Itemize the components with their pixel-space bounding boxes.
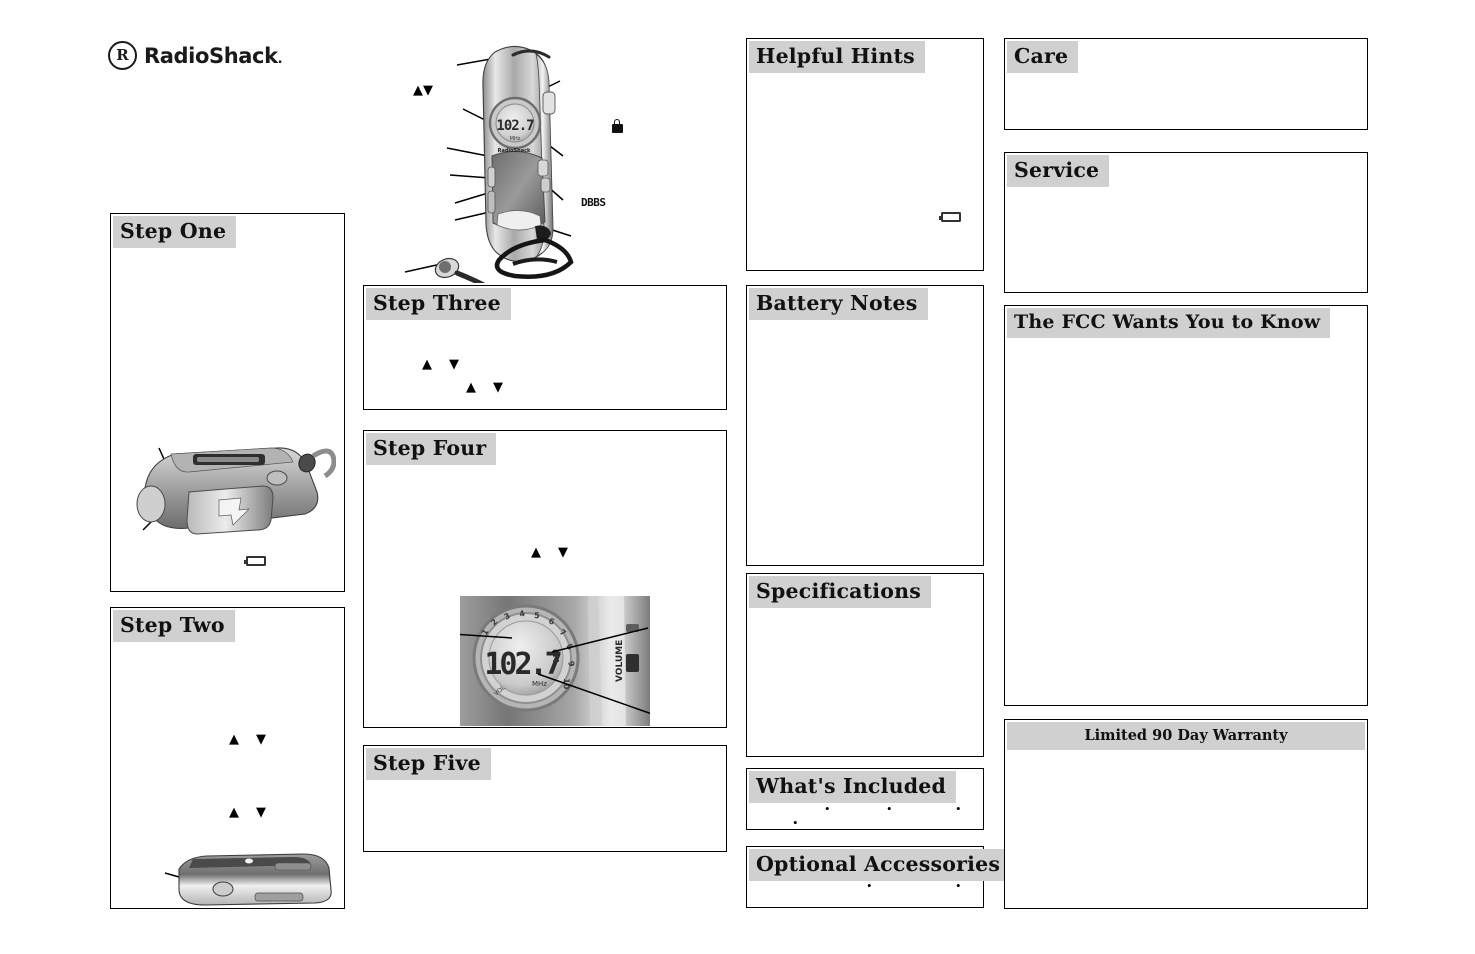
fcc-header-wrap: The FCC Wants You to Know <box>1007 308 1331 338</box>
device-brand-print: RadioShack <box>498 148 531 154</box>
section-step-four: Step Four ▲ ▼ 1 2 3 4 5 6 7 8 9 10 102.7… <box>363 430 727 728</box>
step-three-header-wrap: Step Three <box>366 288 511 320</box>
section-care: Care <box>1004 38 1368 130</box>
warranty-title: Limited 90 Day Warranty <box>1007 722 1365 750</box>
battery-notes-header-wrap: Battery Notes <box>749 288 928 320</box>
closeup-display-units: MHz <box>532 680 547 688</box>
tune-arrows-annotation: ▲▼ <box>413 83 433 98</box>
battery-icon <box>244 556 266 566</box>
service-title: Service <box>1007 155 1110 187</box>
section-step-five: Step Five <box>363 745 727 852</box>
section-service: Service <box>1004 152 1368 293</box>
manual-page: R RadioShack. 102.7 MHz RadioShack ▲▼ DB… <box>0 0 1475 954</box>
step-two-arrow-down-2: ▼ <box>256 805 266 820</box>
device-display-frequency: 102.7 <box>496 118 534 134</box>
step-three-title: Step Three <box>366 288 511 320</box>
specifications-title: Specifications <box>749 576 931 608</box>
product-overview-illustration: 102.7 MHz RadioShack <box>404 45 574 283</box>
radioshack-logo: R RadioShack. <box>108 41 283 70</box>
section-step-three: Step Three ▲ ▼ ▲ ▼ <box>363 285 727 410</box>
brand-wordmark: RadioShack. <box>144 43 283 68</box>
battery-notes-title: Battery Notes <box>749 288 928 320</box>
step-two-arrow-up-2: ▲ <box>229 805 239 820</box>
section-step-two: Step Two ▲ ▼ ▲ ▼ <box>110 607 345 909</box>
brand-trailing-dot: . <box>277 51 283 67</box>
step-five-title: Step Five <box>366 748 491 780</box>
registered-r-icon: R <box>108 41 137 70</box>
step-four-arrow-up: ▲ <box>531 545 541 560</box>
optional-accessories-title: Optional Accessories <box>749 849 1011 881</box>
step-three-arrow-up-1: ▲ <box>422 357 432 372</box>
section-step-one: Step One <box>110 213 345 592</box>
dbbs-label: DBBS <box>581 196 606 209</box>
fcc-title: The FCC Wants You to Know <box>1007 308 1331 338</box>
battery-icon <box>939 212 961 222</box>
closeup-display-frequency: 102.7 <box>484 647 560 682</box>
step-two-arrow-up-1: ▲ <box>229 732 239 747</box>
whats-included-title: What's Included <box>749 771 957 803</box>
optional-accessories-header-wrap: Optional Accessories <box>749 849 1011 881</box>
step-one-title: Step One <box>113 216 237 248</box>
step-two-title: Step Two <box>113 610 235 642</box>
step-four-title: Step Four <box>366 433 497 465</box>
service-header-wrap: Service <box>1007 155 1110 187</box>
step-four-arrow-down: ▼ <box>558 545 568 560</box>
step-three-arrow-down-1: ▼ <box>449 357 459 372</box>
lock-icon <box>612 119 623 133</box>
radio-body: 102.7 MHz RadioShack <box>434 45 574 283</box>
section-specifications: Specifications <box>746 573 984 757</box>
svg-text:5: 5 <box>534 611 540 620</box>
device-display-units: MHz <box>510 136 521 142</box>
whats-included-header-wrap: What's Included <box>749 771 957 803</box>
section-optional-accessories: Optional Accessories • • <box>746 846 1011 908</box>
section-warranty: Limited 90 Day Warranty <box>1004 719 1368 909</box>
step-three-arrow-down-2: ▼ <box>493 380 503 395</box>
step-two-header-wrap: Step Two <box>113 610 235 642</box>
step-one-header-wrap: Step One <box>113 216 237 248</box>
display-closeup-illustration: 1 2 3 4 5 6 7 8 9 10 102.7 FM MHz VOL VO… <box>460 596 650 726</box>
optional-accessories-bullet-2: • <box>956 878 961 893</box>
radio-bottom-illustration <box>164 853 332 906</box>
battery-compartment-illustration <box>136 447 336 535</box>
whats-included-bullet-1: • <box>825 801 830 816</box>
whats-included-bullet-4: • <box>793 815 798 830</box>
step-four-header-wrap: Step Four <box>366 433 497 465</box>
step-three-arrow-up-2: ▲ <box>466 380 476 395</box>
section-whats-included: What's Included • • • • <box>746 768 984 830</box>
whats-included-bullet-2: • <box>887 801 892 816</box>
whats-included-bullet-3: • <box>956 801 961 816</box>
care-header-wrap: Care <box>1007 41 1079 73</box>
volume-label: VOLUME <box>615 640 625 682</box>
section-fcc: The FCC Wants You to Know <box>1004 305 1368 706</box>
step-two-arrow-down-1: ▼ <box>256 732 266 747</box>
section-battery-notes: Battery Notes <box>746 285 984 566</box>
step-five-header-wrap: Step Five <box>366 748 491 780</box>
optional-accessories-bullet-1: • <box>867 878 872 893</box>
helpful-hints-title: Helpful Hints <box>749 41 925 73</box>
care-title: Care <box>1007 41 1079 73</box>
helpful-hints-header-wrap: Helpful Hints <box>749 41 925 73</box>
brand-name-text: RadioShack <box>144 43 278 68</box>
specifications-header-wrap: Specifications <box>749 576 931 608</box>
section-helpful-hints: Helpful Hints <box>746 38 984 271</box>
